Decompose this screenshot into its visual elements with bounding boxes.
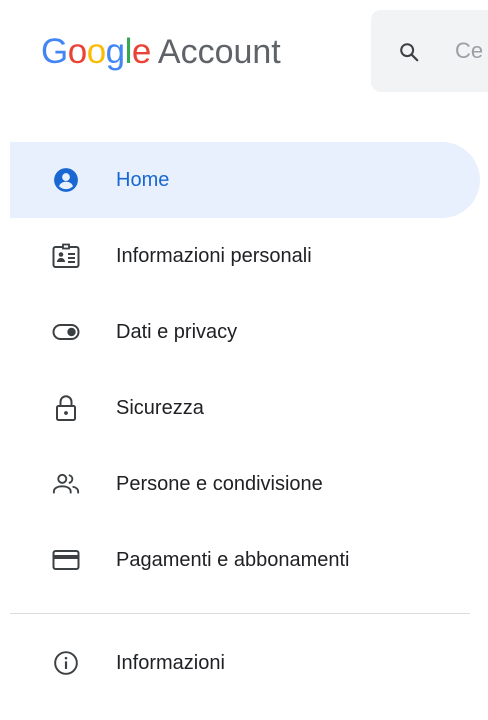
toggle-icon <box>52 318 80 346</box>
id-card-icon <box>52 242 80 270</box>
credit-card-icon <box>52 546 80 574</box>
logo-letter-g: G <box>41 32 68 71</box>
search-icon[interactable] <box>398 41 420 63</box>
lock-icon <box>52 394 80 422</box>
sidebar-item-label: Persone e condivisione <box>116 472 323 495</box>
logo-letter-o2: o <box>86 32 106 71</box>
account-circle-icon <box>52 166 80 194</box>
google-wordmark: Google <box>41 32 151 72</box>
sidebar-nav: Home Informazioni personali Dati e priva… <box>0 142 488 598</box>
logo-letter-o1: o <box>67 32 87 71</box>
nav-divider <box>10 613 470 614</box>
google-account-page: Google Account Home <box>0 0 488 720</box>
search-input[interactable] <box>455 38 488 64</box>
sidebar-item-label: Sicurezza <box>116 396 204 419</box>
sidebar-item-label: Informazioni personali <box>116 244 312 267</box>
info-icon <box>52 649 80 677</box>
sidebar-item-label: Pagamenti e abbonamenti <box>116 548 350 571</box>
sidebar-item-about[interactable]: Informazioni <box>0 625 488 701</box>
sidebar-item-security[interactable]: Sicurezza <box>0 370 488 446</box>
sidebar-item-data-privacy[interactable]: Dati e privacy <box>0 294 488 370</box>
sidebar-item-label: Home <box>116 168 170 191</box>
search-box[interactable] <box>371 10 488 92</box>
google-account-logo[interactable]: Google Account <box>41 30 281 74</box>
logo-letter-e: e <box>131 32 151 71</box>
sidebar-item-personal-info[interactable]: Informazioni personali <box>0 218 488 294</box>
sidebar-item-label: Dati e privacy <box>116 320 238 343</box>
sidebar-item-home[interactable]: Home <box>10 142 480 218</box>
logo-letter-g2: g <box>105 32 125 71</box>
sidebar-item-payments[interactable]: Pagamenti e abbonamenti <box>0 522 488 598</box>
product-name: Account <box>157 32 281 71</box>
sidebar-item-people-sharing[interactable]: Persone e condivisione <box>0 446 488 522</box>
logo-letter-l: l <box>124 32 133 71</box>
sidebar-item-label: Informazioni <box>116 651 225 674</box>
people-icon <box>52 470 80 498</box>
